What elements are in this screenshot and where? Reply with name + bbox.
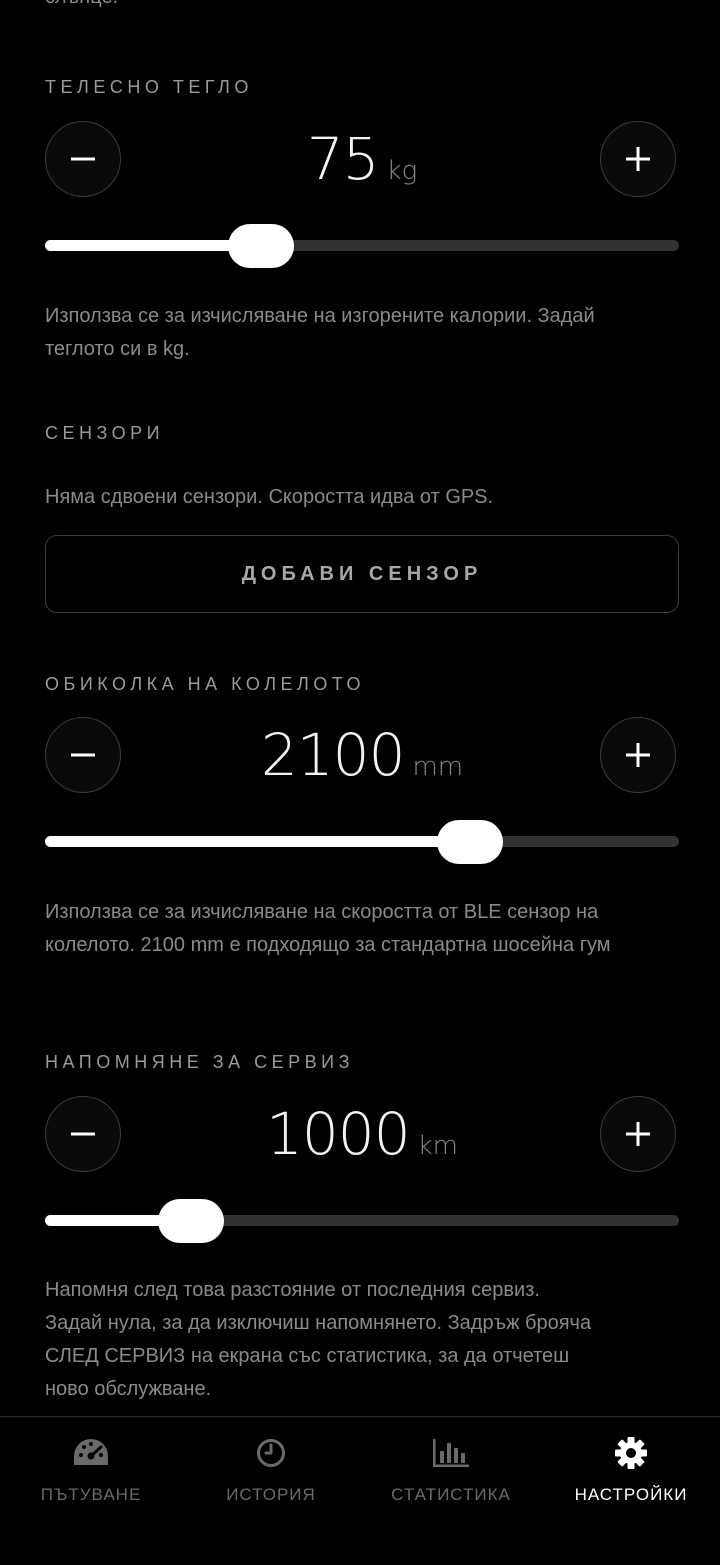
tab-label: ПЪТУВАНЕ (40, 1485, 142, 1504)
add-sensor-button[interactable]: ДОБАВИ СЕНЗОР (45, 535, 679, 613)
weight-section-label: ТЕЛЕСНО ТЕГЛО (45, 77, 253, 97)
wheel-help-text: Използва се за изчисляване на скоростта … (45, 896, 679, 962)
weight-slider[interactable] (45, 224, 679, 268)
service-unit: km (417, 1131, 458, 1161)
service-help-text: Напомня след това разстояние от последни… (45, 1274, 679, 1406)
tab-statistics[interactable]: СТАТИСТИКА (361, 1435, 541, 1505)
settings-screen: слънце. ТЕЛЕСНО ТЕГЛО 75 kg Използва се … (0, 0, 720, 1565)
wheel-slider-thumb[interactable] (436, 820, 503, 864)
service-slider[interactable] (45, 1199, 679, 1243)
bottom-tab-bar: ПЪТУВАНЕ ИСТОРИЯ СТАТИСТИКА НАСТРОЙКИ (0, 1416, 720, 1565)
service-help-line: ново обслужване. (45, 1378, 212, 1400)
wheel-value-display: 2100 mm (130, 721, 594, 789)
speedometer-icon (72, 1435, 110, 1471)
clipped-previous-text: слънце. (45, 0, 118, 9)
weight-slider-thumb[interactable] (227, 224, 294, 268)
service-value-display: 1000 km (130, 1100, 594, 1168)
weight-increment-button[interactable] (600, 121, 676, 197)
service-help-line: СЛЕД СЕРВИЗ на екрана със статистика, за… (45, 1345, 570, 1367)
tab-label: ИСТОРИЯ (226, 1485, 316, 1504)
plus-icon (626, 743, 650, 767)
service-help-line: Напомня след това разстояние от последни… (45, 1279, 540, 1301)
minus-icon (71, 753, 95, 757)
weight-decrement-button[interactable] (45, 121, 121, 197)
minus-icon (71, 157, 95, 161)
wheel-help-line: Използва се за изчисляване на скоростта … (45, 901, 599, 923)
service-section-label: НАПОМНЯНЕ ЗА СЕРВИЗ (45, 1052, 354, 1072)
gear-icon (614, 1435, 648, 1471)
wheel-section-label: ОБИКОЛКА НА КОЛЕЛОТО (45, 674, 366, 694)
bar-chart-icon (432, 1435, 470, 1471)
wheel-decrement-button[interactable] (45, 717, 121, 793)
sensors-status-text: Няма сдвоени сензори. Скоростта идва от … (45, 486, 494, 508)
service-slider-thumb[interactable] (157, 1199, 224, 1243)
tab-label: СТАТИСТИКА (391, 1485, 511, 1504)
weight-help-line: теглото си в kg. (45, 338, 190, 360)
tab-label: НАСТРОЙКИ (574, 1485, 688, 1504)
weight-unit: kg (386, 156, 418, 186)
tab-history[interactable]: ИСТОРИЯ (181, 1435, 361, 1505)
weight-value: 75 (306, 125, 380, 193)
clock-icon (255, 1435, 287, 1471)
wheel-value: 2100 (260, 721, 406, 789)
weight-help-line: Използва се за изчисляване на изгорените… (45, 305, 595, 327)
minus-icon (71, 1132, 95, 1136)
service-increment-button[interactable] (600, 1096, 676, 1172)
tab-settings[interactable]: НАСТРОЙКИ (541, 1435, 720, 1505)
wheel-unit: mm (412, 752, 464, 782)
tab-trip[interactable]: ПЪТУВАНЕ (1, 1435, 181, 1505)
wheel-slider[interactable] (45, 820, 679, 864)
wheel-help-line: колелото. 2100 mm е подходящо за стандар… (45, 934, 611, 956)
plus-icon (626, 1122, 650, 1146)
weight-help-text: Използва се за изчисляване на изгорените… (45, 300, 679, 366)
service-value: 1000 (266, 1100, 411, 1168)
service-decrement-button[interactable] (45, 1096, 121, 1172)
service-help-line: Задай нула, за да изключиш напомнянето. … (45, 1312, 592, 1334)
plus-icon (626, 147, 650, 171)
weight-value-display: 75 kg (130, 125, 594, 193)
wheel-slider-fill (45, 836, 470, 847)
sensors-section-label: СЕНЗОРИ (45, 423, 165, 443)
wheel-increment-button[interactable] (600, 717, 676, 793)
